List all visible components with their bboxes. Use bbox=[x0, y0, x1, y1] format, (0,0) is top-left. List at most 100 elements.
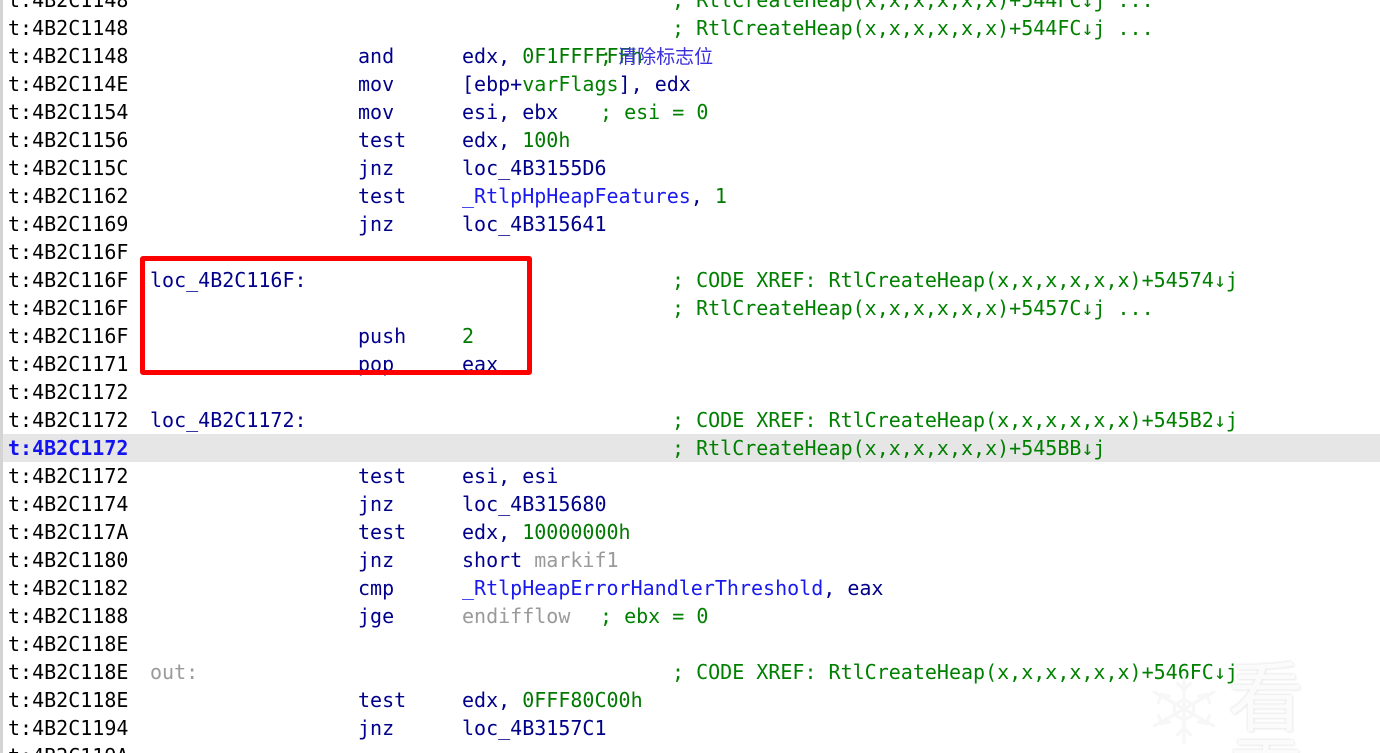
disasm-row[interactable]: t:4B2C1148 ; RtlCreateHeap(x,x,x,x,x,x)+5… bbox=[0, 14, 1380, 42]
disasm-row[interactable]: t:4B2C118E test edx, 0FFF80C00h bbox=[0, 686, 1380, 714]
instruction-mnemonic[interactable]: jnz bbox=[358, 546, 394, 574]
xref-comment[interactable]: ; CODE XREF: RtlCreateHeap(x,x,x,x,x,x)+… bbox=[672, 658, 1238, 686]
disasm-row[interactable]: t:4B2C117A test edx, 10000000h bbox=[0, 518, 1380, 546]
address-label: t:4B2C1171 bbox=[8, 352, 129, 376]
disasm-row[interactable]: t:4B2C1174 jnz loc_4B315680 bbox=[0, 490, 1380, 518]
disasm-row[interactable]: t:4B2C1182 cmp _RtlpHeapErrorHandlerThresh… bbox=[0, 574, 1380, 602]
instruction-operands[interactable]: edx, 10000000h bbox=[462, 518, 631, 546]
instruction-operands[interactable]: esi, ebx bbox=[462, 98, 558, 126]
address-label: t:4B2C116F bbox=[8, 268, 129, 292]
xref-comment[interactable]: ; CODE XREF: RtlCreateHeap(x,x,x,x,x,x)+… bbox=[672, 266, 1238, 294]
disasm-row[interactable]: t:4B2C119A bbox=[0, 742, 1380, 753]
xref-comment[interactable]: ; ebx = 0 bbox=[600, 602, 708, 630]
xref-comment[interactable]: ; RtlCreateHeap(x,x,x,x,x,x)+545BB↓j bbox=[672, 434, 1105, 462]
address-label: t:4B2C1172 bbox=[8, 380, 129, 404]
disasm-row[interactable]: t:4B2C1172 bbox=[0, 378, 1380, 406]
xref-comment[interactable]: ; RtlCreateHeap(x,x,x,x,x,x)+544FC↓j ... bbox=[672, 14, 1154, 42]
disasm-row[interactable]: t:4B2C116F loc_4B2C116F: ; CODE XREF: RtlC… bbox=[0, 266, 1380, 294]
disasm-row[interactable]: t:4B2C1171 pop eax bbox=[0, 350, 1380, 378]
instruction-operands[interactable]: short markif1 bbox=[462, 546, 619, 574]
address-label: t:4B2C116F bbox=[8, 296, 129, 320]
disassembly-rows[interactable]: t:4B2C1148 ; RtlCreateHeap(x,x,x,x,x,x)+5… bbox=[0, 0, 1380, 753]
disasm-row[interactable]: t:4B2C118E out: ; CODE XREF: RtlCreateHeap… bbox=[0, 658, 1380, 686]
xref-comment[interactable]: ; RtlCreateHeap(x,x,x,x,x,x)+544FC↓j ... bbox=[672, 0, 1154, 14]
disasm-row[interactable]: t:4B2C115C jnz loc_4B3155D6 bbox=[0, 154, 1380, 182]
address-label: t:4B2C117A bbox=[8, 520, 129, 544]
disasm-row-selected[interactable]: t:4B2C1172 ; RtlCreateHeap(x,x,x,x,x,x)+5… bbox=[0, 434, 1380, 462]
disasm-row[interactable]: t:4B2C1162 test _RtlpHpHeapFeatures, 1 bbox=[0, 182, 1380, 210]
instruction-mnemonic[interactable]: test bbox=[358, 518, 406, 546]
instruction-mnemonic[interactable]: test bbox=[358, 126, 406, 154]
address-label: t:4B2C116F bbox=[8, 240, 129, 264]
address-label: t:4B2C118E bbox=[8, 632, 129, 656]
code-label[interactable]: loc_4B2C1172: bbox=[150, 406, 307, 434]
address-label: t:4B2C1162 bbox=[8, 184, 129, 208]
xref-comment[interactable]: ; CODE XREF: RtlCreateHeap(x,x,x,x,x,x)+… bbox=[672, 406, 1238, 434]
disasm-row[interactable]: t:4B2C1172 test esi, esi bbox=[0, 462, 1380, 490]
instruction-mnemonic[interactable]: test bbox=[358, 462, 406, 490]
disasm-row[interactable]: t:4B2C1180 jnz short markif1 bbox=[0, 546, 1380, 574]
instruction-mnemonic[interactable]: pop bbox=[358, 350, 394, 378]
user-comment[interactable]: ; 清除标志位 bbox=[600, 42, 713, 71]
instruction-mnemonic[interactable]: and bbox=[358, 42, 394, 70]
disasm-row[interactable]: t:4B2C116F ; RtlCreateHeap(x,x,x,x,x,x)+5… bbox=[0, 294, 1380, 322]
instruction-mnemonic[interactable]: jnz bbox=[358, 490, 394, 518]
xref-comment[interactable]: ; esi = 0 bbox=[600, 98, 708, 126]
disasm-row[interactable]: t:4B2C1148 ; RtlCreateHeap(x,x,x,x,x,x)+5… bbox=[0, 0, 1380, 14]
address-label: t:4B2C1194 bbox=[8, 716, 129, 740]
instruction-operands[interactable]: 2 bbox=[462, 322, 474, 350]
instruction-operands[interactable]: eax bbox=[462, 350, 498, 378]
disasm-row[interactable]: t:4B2C116F push 2 bbox=[0, 322, 1380, 350]
disasm-row[interactable]: t:4B2C1156 test edx, 100h bbox=[0, 126, 1380, 154]
instruction-mnemonic[interactable]: mov bbox=[358, 70, 394, 98]
instruction-operands[interactable]: _RtlpHpHeapFeatures, 1 bbox=[462, 182, 727, 210]
instruction-operands[interactable]: loc_4B315680 bbox=[462, 490, 607, 518]
address-label: t:4B2C1172 bbox=[8, 464, 129, 488]
code-label[interactable]: loc_4B2C116F: bbox=[150, 266, 307, 294]
instruction-operands[interactable]: loc_4B3155D6 bbox=[462, 154, 607, 182]
instruction-mnemonic[interactable]: test bbox=[358, 182, 406, 210]
xref-comment[interactable]: ; RtlCreateHeap(x,x,x,x,x,x)+5457C↓j ... bbox=[672, 294, 1154, 322]
address-label: t:4B2C1180 bbox=[8, 548, 129, 572]
instruction-operands[interactable]: endifflow bbox=[462, 602, 570, 630]
address-label: t:4B2C118E bbox=[8, 660, 129, 684]
instruction-mnemonic[interactable]: test bbox=[358, 686, 406, 714]
disasm-row[interactable]: t:4B2C1154 mov esi, ebx ; esi = 0 bbox=[0, 98, 1380, 126]
code-label[interactable]: out: bbox=[150, 658, 198, 686]
disassembly-view[interactable]: t:4B2C1148 ; RtlCreateHeap(x,x,x,x,x,x)+5… bbox=[0, 0, 1380, 753]
address-label: t:4B2C116F bbox=[8, 324, 129, 348]
instruction-mnemonic[interactable]: jge bbox=[358, 602, 394, 630]
disasm-row[interactable]: t:4B2C1148 and edx, 0F1FFFFFFh; 清除标志位 bbox=[0, 42, 1380, 70]
disasm-row[interactable]: t:4B2C1194 jnz loc_4B3157C1 bbox=[0, 714, 1380, 742]
address-label: t:4B2C1148 bbox=[8, 44, 129, 68]
disasm-row[interactable]: t:4B2C1188 jge endifflow ; ebx = 0 bbox=[0, 602, 1380, 630]
address-label: t:4B2C114E bbox=[8, 72, 129, 96]
instruction-mnemonic[interactable]: jnz bbox=[358, 154, 394, 182]
address-label: t:4B2C1182 bbox=[8, 576, 129, 600]
disasm-row[interactable]: t:4B2C116F bbox=[0, 238, 1380, 266]
instruction-mnemonic[interactable]: jnz bbox=[358, 714, 394, 742]
address-label: t:4B2C1148 bbox=[8, 0, 129, 12]
disasm-row[interactable]: t:4B2C114E mov [ebp+varFlags], edx bbox=[0, 70, 1380, 98]
instruction-mnemonic[interactable]: cmp bbox=[358, 574, 394, 602]
address-label: t:4B2C1148 bbox=[8, 16, 129, 40]
address-label: t:4B2C1154 bbox=[8, 100, 129, 124]
instruction-mnemonic[interactable]: jnz bbox=[358, 210, 394, 238]
instruction-mnemonic[interactable]: mov bbox=[358, 98, 394, 126]
instruction-operands[interactable]: loc_4B315641 bbox=[462, 210, 607, 238]
disasm-row[interactable]: t:4B2C1172 loc_4B2C1172: ; CODE XREF: RtlC… bbox=[0, 406, 1380, 434]
instruction-mnemonic[interactable]: push bbox=[358, 322, 406, 350]
disasm-row[interactable]: t:4B2C1169 jnz loc_4B315641 bbox=[0, 210, 1380, 238]
instruction-operands[interactable]: loc_4B3157C1 bbox=[462, 714, 607, 742]
instruction-operands[interactable]: [ebp+varFlags], edx bbox=[462, 70, 691, 98]
instruction-operands[interactable]: edx, 100h bbox=[462, 126, 570, 154]
instruction-operands[interactable]: esi, esi bbox=[462, 462, 558, 490]
address-label: t:4B2C115C bbox=[8, 156, 129, 180]
disasm-row[interactable]: t:4B2C118E bbox=[0, 630, 1380, 658]
instruction-operands[interactable]: edx, 0FFF80C00h bbox=[462, 686, 643, 714]
address-label: t:4B2C1188 bbox=[8, 604, 129, 628]
address-label: t:4B2C1172 bbox=[8, 436, 129, 460]
instruction-operands[interactable]: _RtlpHeapErrorHandlerThreshold, eax bbox=[462, 574, 883, 602]
address-label: t:4B2C1172 bbox=[8, 408, 129, 432]
address-label: t:4B2C118E bbox=[8, 688, 129, 712]
